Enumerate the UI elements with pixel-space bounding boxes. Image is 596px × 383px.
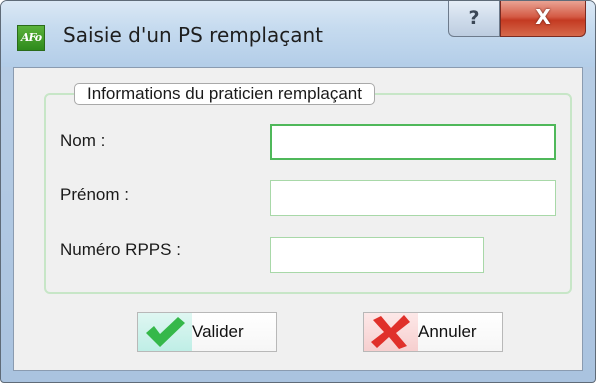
prenom-label: Prénom : (60, 185, 129, 204)
title-bar[interactable]: AFo Saisie d'un PS remplaçant ? X (1, 1, 595, 67)
dialog-body: Informations du praticien remplaçant Nom… (13, 67, 583, 371)
nom-label: Nom : (60, 131, 106, 150)
help-icon: ? (468, 7, 480, 29)
validate-button[interactable]: Valider (137, 312, 277, 352)
cancel-label: Annuler (418, 322, 477, 341)
prenom-input[interactable] (270, 180, 556, 216)
close-icon: X (535, 5, 551, 29)
rpps-input[interactable] (270, 237, 484, 273)
help-button[interactable]: ? (448, 1, 500, 37)
rpps-label: Numéro RPPS : (60, 240, 181, 259)
cancel-button[interactable]: Annuler (363, 312, 503, 352)
validate-label: Valider (192, 322, 244, 341)
nom-input[interactable] (270, 124, 556, 160)
window-title: Saisie d'un PS remplaçant (63, 23, 324, 47)
dialog-window: AFo Saisie d'un PS remplaçant ? X Inform… (0, 0, 596, 383)
check-icon (138, 313, 192, 351)
app-logo-icon: AFo (17, 25, 45, 51)
group-title: Informations du praticien remplaçant (74, 83, 375, 105)
close-button[interactable]: X (500, 1, 586, 37)
cross-icon (364, 313, 418, 351)
replacement-info-group: Informations du praticien remplaçant Nom… (44, 83, 572, 294)
